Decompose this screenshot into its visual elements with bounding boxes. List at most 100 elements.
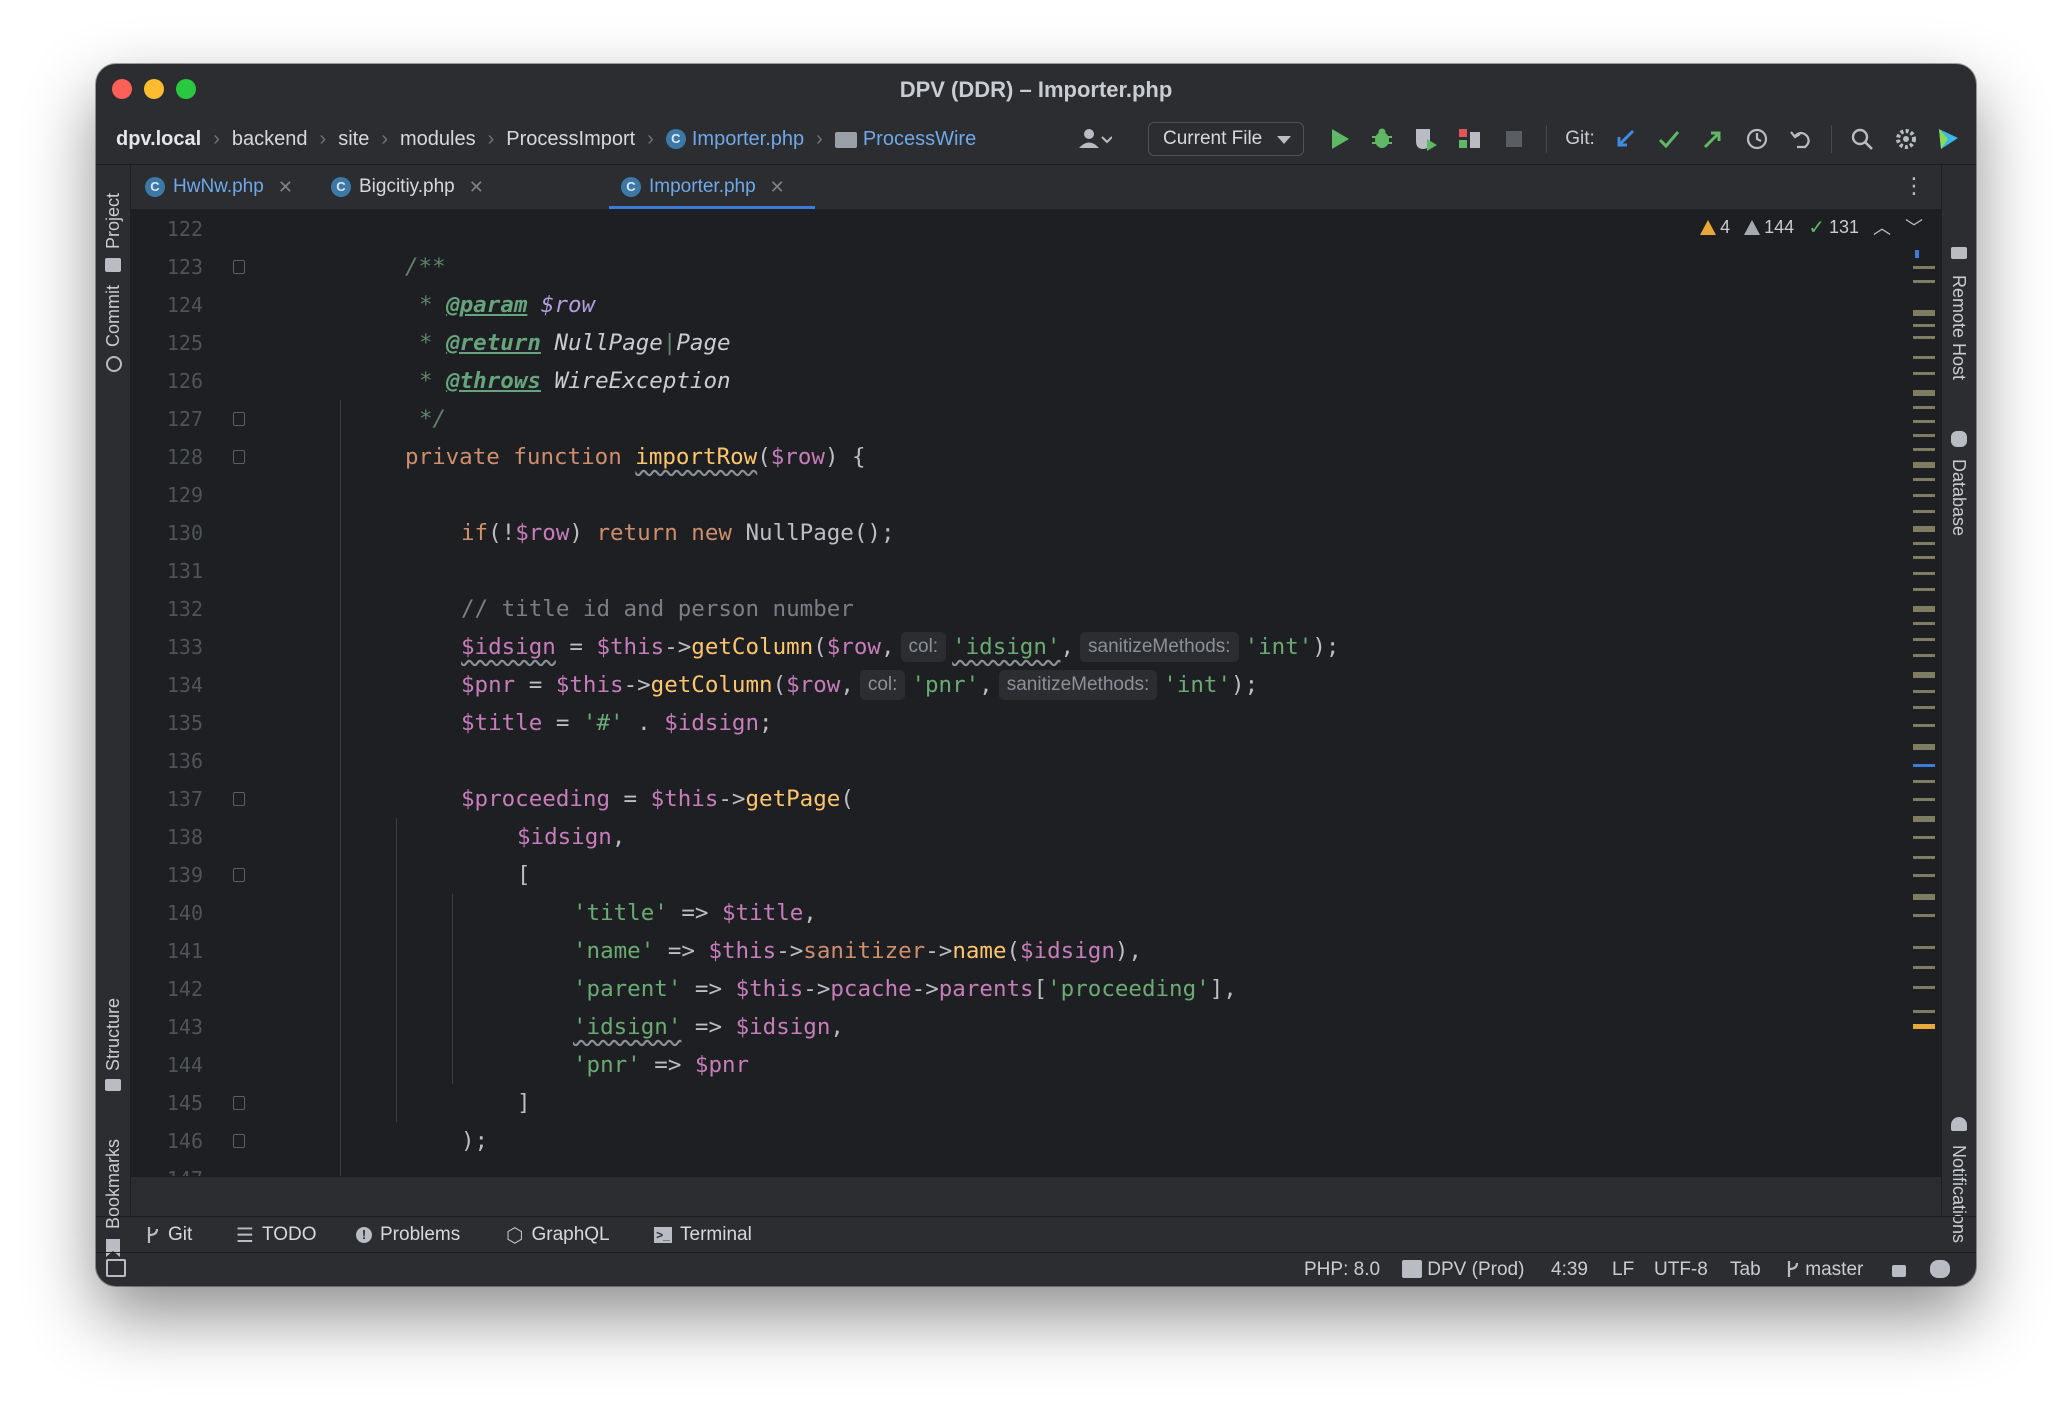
tab-importer[interactable]: C Importer.php ✕: [621, 165, 785, 209]
todo-tool-button[interactable]: ☰ TODO: [236, 1217, 316, 1253]
close-tab-icon[interactable]: ✕: [770, 177, 785, 198]
chevron-right-icon: ›: [213, 127, 220, 150]
status-bar: PHP: 8.0 DPV (Prod) 4:39 LF UTF-8 Tab ma…: [96, 1252, 1976, 1286]
stripe-mark: [1913, 690, 1935, 693]
toggle-panels-icon[interactable]: [106, 1253, 126, 1286]
stripe-mark: [1913, 894, 1935, 900]
code-line: 125 * @return NullPage|Page: [166, 330, 731, 356]
stripe-mark: [1913, 572, 1935, 575]
breadcrumb-item-processwire[interactable]: ProcessWire: [834, 128, 976, 151]
fold-icon[interactable]: [233, 450, 245, 464]
terminal-tool-button[interactable]: >_ Terminal: [654, 1217, 752, 1253]
code-line: 123 /**: [166, 254, 446, 280]
add-user-icon[interactable]: [1070, 121, 1120, 157]
code-line: 145 ]: [166, 1090, 531, 1116]
stripe-mark: [1913, 434, 1935, 437]
profile-icon[interactable]: [1448, 121, 1492, 157]
stripe-mark: [1913, 556, 1935, 559]
stripe-mark: [1913, 266, 1935, 269]
terminal-icon: >_: [654, 1227, 672, 1243]
title-bar: DPV (DDR) – Importer.php: [96, 64, 1976, 114]
fold-icon[interactable]: [233, 1096, 245, 1110]
problems-tool-button[interactable]: ! Problems: [356, 1217, 460, 1253]
stripe-mark: [1913, 986, 1935, 989]
folder-icon: [105, 258, 121, 272]
code-line: 140 'title' => $title,: [166, 900, 817, 926]
breadcrumb-item-file[interactable]: C Importer.php: [665, 127, 805, 151]
stripe-mark: [1913, 764, 1935, 767]
structure-icon: [105, 1079, 121, 1091]
commit-tool-button[interactable]: Commit: [103, 285, 124, 347]
git-commit-icon[interactable]: [1647, 121, 1691, 157]
git-branch-icon: [147, 1227, 159, 1243]
database-tool-button[interactable]: Database: [1948, 459, 1969, 536]
structure-tool-button[interactable]: Structure: [103, 998, 124, 1071]
stop-icon[interactable]: [1492, 121, 1536, 157]
deployment-server[interactable]: DPV (Prod): [1402, 1253, 1524, 1286]
stripe-mark: [1913, 946, 1935, 949]
code-line: 136: [166, 749, 203, 773]
jetbrains-logo-icon[interactable]: [1928, 121, 1968, 157]
php-class-icon: C: [665, 129, 686, 149]
inspector-icon[interactable]: [1930, 1253, 1950, 1286]
fold-icon[interactable]: [233, 412, 245, 426]
debug-icon[interactable]: [1360, 121, 1404, 157]
fold-icon[interactable]: [233, 1134, 245, 1148]
git-update-icon[interactable]: [1603, 121, 1647, 157]
graphql-icon: ⬡: [506, 1224, 524, 1247]
code-editor[interactable]: 4 144 ✓ 131 ︿ ﹀ 122 123 /** 124 * @param …: [131, 210, 1941, 1176]
remote-host-tool-button[interactable]: Remote Host: [1948, 275, 1969, 380]
stripe-mark: [1913, 356, 1935, 359]
stripe-mark: [1913, 280, 1935, 283]
php-class-icon: C: [145, 177, 165, 197]
remote-host-icon: [1951, 247, 1967, 259]
breadcrumb-file-label: Importer.php: [691, 127, 805, 150]
search-icon[interactable]: [1840, 121, 1884, 157]
line-separator[interactable]: LF: [1612, 1253, 1634, 1286]
close-tab-icon[interactable]: ✕: [469, 177, 484, 198]
project-tool-button[interactable]: Project: [103, 193, 124, 249]
git-push-icon[interactable]: [1691, 121, 1735, 157]
git-branch[interactable]: master: [1786, 1253, 1863, 1286]
file-encoding[interactable]: UTF-8: [1654, 1253, 1708, 1286]
fold-icon[interactable]: [233, 792, 245, 806]
php-level[interactable]: PHP: 8.0: [1304, 1253, 1380, 1286]
git-branch-icon: [1787, 1261, 1799, 1277]
breadcrumb-item-site[interactable]: site: [338, 128, 369, 151]
stripe-mark: [1913, 672, 1935, 678]
breadcrumb-item-project[interactable]: dpv.local: [116, 128, 201, 151]
stripe-mark: [1913, 494, 1935, 497]
close-tab-icon[interactable]: ✕: [278, 177, 293, 198]
stripe-mark: [1913, 420, 1935, 423]
more-vertical-icon[interactable]: ⋮: [1903, 173, 1925, 199]
graphql-tool-button[interactable]: ⬡ GraphQL: [506, 1217, 610, 1253]
breadcrumb-item-backend[interactable]: backend: [232, 128, 308, 151]
warning-mark: [1913, 1024, 1935, 1029]
tab-hwnw[interactable]: C HwNw.php ✕: [145, 165, 293, 209]
indent-style[interactable]: Tab: [1730, 1253, 1761, 1286]
chevron-right-icon: ›: [381, 127, 388, 150]
php-class-icon: C: [331, 177, 351, 197]
tab-bigcitiy[interactable]: C Bigcitiy.php ✕: [331, 165, 484, 209]
git-tool-button[interactable]: Git: [146, 1217, 192, 1253]
fold-icon[interactable]: [233, 868, 245, 882]
coverage-icon[interactable]: [1404, 121, 1448, 157]
breadcrumb-item-modules[interactable]: modules: [400, 128, 476, 151]
lock-icon[interactable]: [1892, 1253, 1906, 1286]
code-line: 126 * @throws WireException: [166, 368, 731, 394]
gear-icon[interactable]: [1884, 121, 1928, 157]
git-history-icon[interactable]: [1735, 121, 1779, 157]
run-toolbar: Git:: [1320, 114, 1968, 164]
error-stripe[interactable]: [1913, 250, 1935, 1170]
code-line: 124 * @param $row: [166, 292, 596, 318]
caret-position[interactable]: 4:39: [1551, 1253, 1588, 1286]
git-label: Git:: [1565, 128, 1595, 149]
stripe-mark: [1913, 526, 1935, 532]
fold-icon[interactable]: [233, 260, 245, 274]
breadcrumb-item-processimport[interactable]: ProcessImport: [506, 128, 635, 151]
code-line: 129: [166, 483, 203, 507]
run-configuration-select[interactable]: Current File: [1148, 122, 1304, 156]
git-rollback-icon[interactable]: [1779, 121, 1823, 157]
php-class-icon: C: [621, 177, 641, 197]
run-icon[interactable]: [1320, 121, 1360, 157]
